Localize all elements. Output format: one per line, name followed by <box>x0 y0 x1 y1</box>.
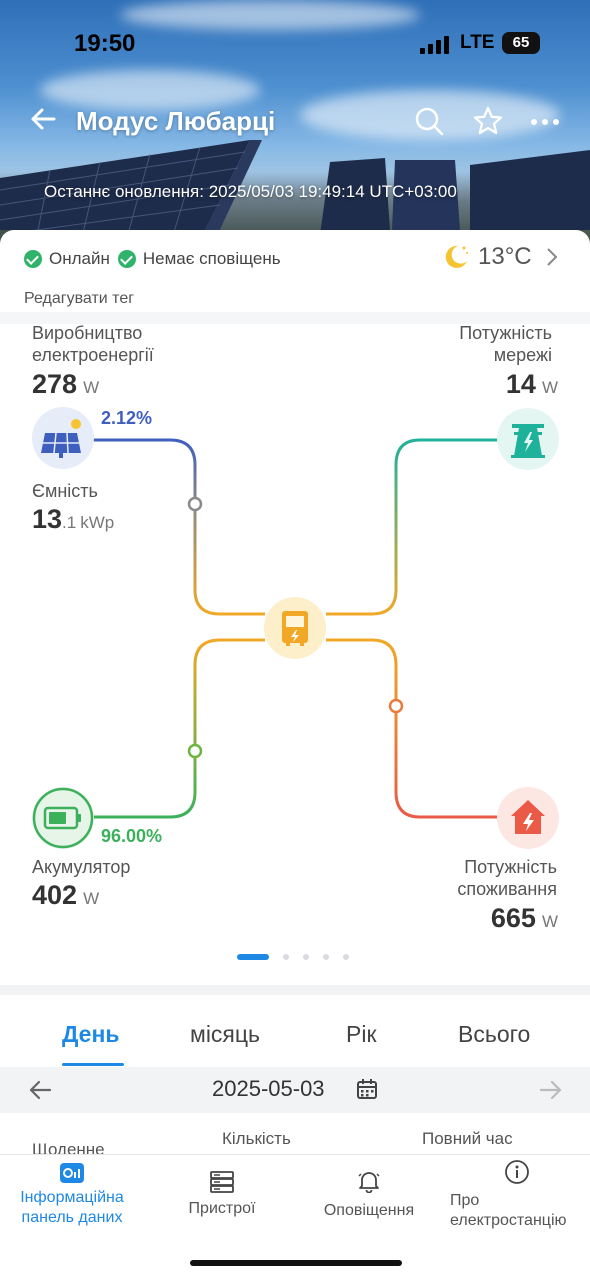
battery-flow-line <box>92 638 265 819</box>
system-status-bar: 19:50 LTE 65 <box>0 28 590 62</box>
battery-percent: 96.00% <box>101 826 163 846</box>
page-title: Модус Любарці <box>76 106 276 136</box>
tab-total[interactable]: Всього <box>458 1021 530 1048</box>
battery-icon <box>32 787 94 849</box>
consumption-node[interactable] <box>497 787 559 849</box>
star-icon[interactable] <box>473 106 503 136</box>
clock: 19:50 <box>74 30 136 57</box>
info-icon <box>505 1160 529 1184</box>
inverter-node[interactable] <box>264 597 326 659</box>
top-navigation: Модус Любарці <box>0 100 590 148</box>
grid-node[interactable] <box>497 408 559 470</box>
grid-flow-line <box>326 438 497 616</box>
flow-dot-solar <box>187 496 203 512</box>
power-tower-icon <box>511 424 545 458</box>
capacity-label: Ємність <box>32 481 98 501</box>
column-amount: Кількість <box>222 1129 291 1148</box>
calendar-icon[interactable] <box>356 1078 378 1100</box>
page-indicator <box>237 954 349 960</box>
grid-label: Потужність мережі <box>459 323 552 365</box>
page-dot-active[interactable] <box>237 954 269 960</box>
solar-panel-icon <box>41 419 81 458</box>
last-update-text: Останнє оновлення: 2025/05/03 19:49:14 U… <box>44 182 457 201</box>
more-options-icon[interactable] <box>530 106 560 136</box>
page-dot[interactable] <box>283 954 289 960</box>
inverter-icon <box>282 611 308 646</box>
arrow-left-icon[interactable] <box>28 1079 52 1101</box>
house-icon <box>511 800 545 834</box>
network-type: LTE <box>460 32 495 53</box>
solar-node[interactable] <box>32 407 94 469</box>
production-percent: 2.12% <box>101 408 153 428</box>
back-arrow-icon[interactable] <box>28 104 58 134</box>
home-indicator[interactable] <box>190 1260 402 1266</box>
nav-alerts[interactable]: Оповіщення <box>314 1155 424 1221</box>
production-value: 278 W <box>32 369 100 399</box>
statistics-section: День місяць Рік Всього 2025-05-03 Щоденн… <box>0 995 590 1159</box>
page-dot[interactable] <box>323 954 329 960</box>
dashboard-icon <box>60 1163 84 1183</box>
battery-value: 402 W <box>32 880 100 910</box>
page-dot[interactable] <box>343 954 349 960</box>
page-dot[interactable] <box>303 954 309 960</box>
selected-date[interactable]: 2025-05-03 <box>212 1076 325 1102</box>
battery-indicator: 65 <box>502 32 540 54</box>
column-full-hours: Повний час <box>422 1129 513 1148</box>
station-overview-card: Онлайн Немає сповіщень 13°C Редагувати т… <box>0 230 590 985</box>
battery-label: Акумулятор <box>32 857 131 877</box>
nav-about-station[interactable]: Про електростанцію <box>450 1155 584 1231</box>
tab-day[interactable]: День <box>62 1021 120 1048</box>
nav-dashboard[interactable]: Інформаційна панель даних <box>10 1155 134 1228</box>
nav-devices[interactable]: Пристрої <box>170 1155 274 1219</box>
date-selector: 2025-05-03 <box>0 1067 590 1113</box>
solar-flow-line <box>92 438 265 616</box>
consumption-flow-line <box>326 638 497 819</box>
arrow-right-icon[interactable] <box>539 1079 563 1101</box>
production-label: Виробництво електроенергії <box>32 323 154 365</box>
active-tab-indicator <box>62 1063 124 1066</box>
consumption-value: 665 W <box>490 903 558 933</box>
flow-dot-battery <box>187 743 203 759</box>
battery-node[interactable] <box>32 787 94 849</box>
server-icon <box>210 1171 234 1193</box>
capacity-value: 13.1 kWp <box>32 504 115 534</box>
flow-dot-consumption <box>388 698 404 714</box>
bell-icon <box>358 1172 380 1193</box>
grid-value: 14 W <box>505 369 558 399</box>
consumption-label: Потужність споживання <box>457 857 557 899</box>
cellular-signal-icon <box>420 36 449 54</box>
tab-year[interactable]: Рік <box>346 1021 377 1048</box>
tab-month[interactable]: місяць <box>190 1021 260 1048</box>
search-icon[interactable] <box>414 106 444 136</box>
